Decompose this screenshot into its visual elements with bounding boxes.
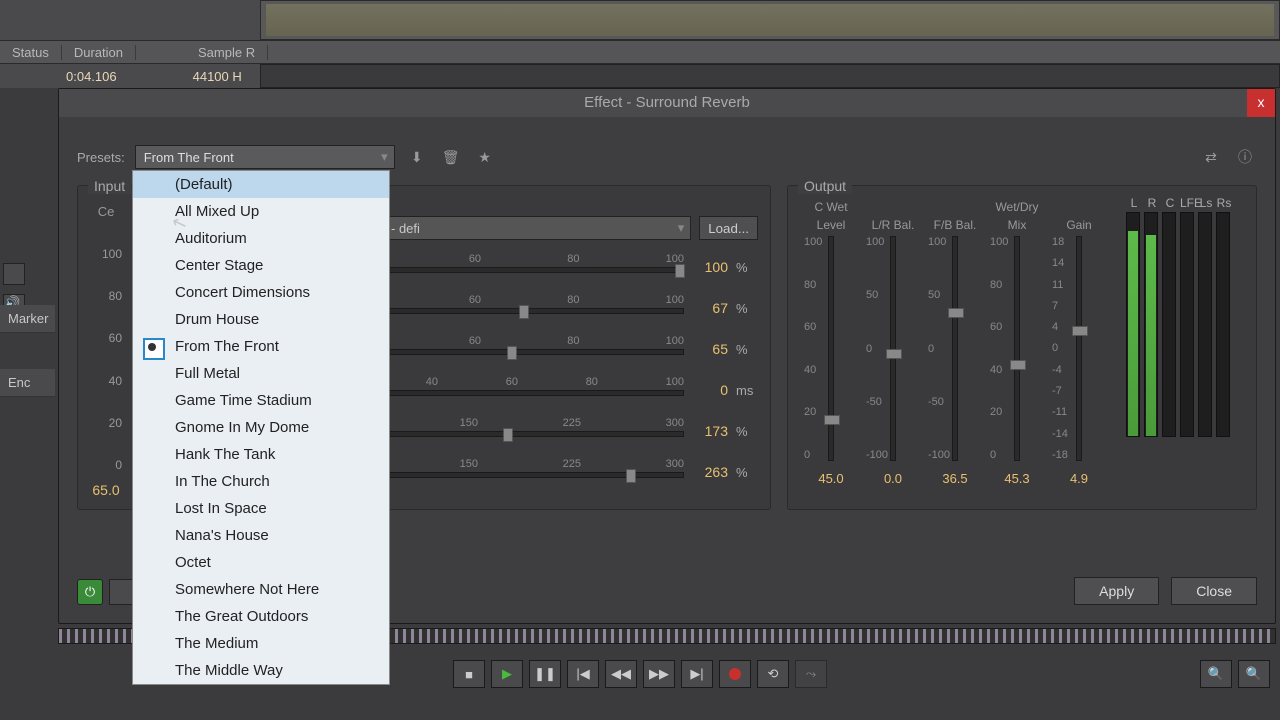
loop-button[interactable]: ⟲: [757, 660, 789, 688]
output-panel-title: Output: [798, 178, 852, 194]
dialog-title: Effect - Surround Reverb: [584, 94, 750, 111]
level-meter: [1126, 212, 1140, 437]
skip-end-button[interactable]: ▶|: [681, 660, 713, 688]
output-slider[interactable]: 100806040200: [800, 236, 862, 461]
preset-option[interactable]: Gnome In My Dome: [133, 414, 389, 441]
preset-dropdown[interactable]: From The Front: [135, 145, 395, 169]
forward-button[interactable]: ▶▶: [643, 660, 675, 688]
preset-option[interactable]: The Medium: [133, 630, 389, 657]
output-value: 4.9: [1048, 471, 1110, 486]
preset-option[interactable]: From The Front: [133, 333, 389, 360]
save-preset-icon[interactable]: ⬇: [405, 145, 429, 169]
preset-selected: From The Front: [144, 150, 234, 165]
close-dialog-button[interactable]: Close: [1171, 577, 1257, 605]
settings-icon[interactable]: ⇄: [1199, 145, 1223, 169]
preset-option[interactable]: Somewhere Not Here: [133, 576, 389, 603]
skip-selection-button[interactable]: ⤳: [795, 660, 827, 688]
transport-controls: ■ ▶ ❚❚ |◀ ◀◀ ▶▶ ▶| ⟲ ⤳: [453, 660, 827, 688]
param-value: 0: [692, 382, 728, 398]
duration-value: 0:04.106: [48, 69, 135, 84]
preset-option[interactable]: (Default): [133, 171, 389, 198]
power-button[interactable]: ⏻: [77, 579, 103, 605]
apply-button[interactable]: Apply: [1074, 577, 1159, 605]
input-value: 65.0: [90, 482, 122, 498]
preset-option[interactable]: Auditorium: [133, 225, 389, 252]
input-col-label: Ce: [90, 204, 122, 219]
param-value: 67: [692, 300, 728, 316]
preset-option[interactable]: Lost In Space: [133, 495, 389, 522]
output-value: 45.0: [800, 471, 862, 486]
preset-option[interactable]: The Middle Way: [133, 657, 389, 684]
preset-option[interactable]: Drum House: [133, 306, 389, 333]
param-value: 263: [692, 464, 728, 480]
zoom-in-button[interactable]: 🔍: [1200, 660, 1232, 688]
output-slider[interactable]: 100500-50-100: [924, 236, 986, 461]
level-meter: [1180, 212, 1194, 437]
output-slider[interactable]: 100806040200: [986, 236, 1048, 461]
favorite-icon[interactable]: ★: [473, 145, 497, 169]
param-value: 65: [692, 341, 728, 357]
preset-option[interactable]: Nana's House: [133, 522, 389, 549]
level-meter: [1162, 212, 1176, 437]
col-duration: Duration: [62, 45, 136, 60]
pause-button[interactable]: ❚❚: [529, 660, 561, 688]
param-value: 100: [692, 259, 728, 275]
close-button[interactable]: x: [1247, 89, 1275, 117]
load-button[interactable]: Load...: [699, 216, 758, 240]
preset-option[interactable]: The Great Outdoors: [133, 603, 389, 630]
preset-option[interactable]: Concert Dimensions: [133, 279, 389, 306]
output-panel: Output C WetWet/Dry LevelL/R Bal.F/B Bal…: [787, 185, 1257, 510]
col-sample: Sample R: [186, 45, 268, 60]
tool-button[interactable]: [3, 263, 25, 285]
param-value: 173: [692, 423, 728, 439]
col-status: Status: [0, 45, 62, 60]
delete-preset-icon[interactable]: 🗑: [439, 145, 463, 169]
marker-panel-label[interactable]: Marker: [0, 305, 55, 333]
skip-start-button[interactable]: |◀: [567, 660, 599, 688]
time-ruler[interactable]: [260, 64, 1280, 88]
sample-rate-value: 44100 H: [175, 69, 260, 84]
stop-button[interactable]: ■: [453, 660, 485, 688]
level-meter: [1216, 212, 1230, 437]
preset-option[interactable]: Center Stage: [133, 252, 389, 279]
zoom-out-button[interactable]: 🔍: [1238, 660, 1270, 688]
waveform-overview[interactable]: [260, 0, 1280, 40]
input-panel-title: Input: [88, 178, 131, 194]
presets-label: Presets:: [77, 150, 125, 165]
preset-option[interactable]: Hank The Tank: [133, 441, 389, 468]
output-value: 36.5: [924, 471, 986, 486]
rewind-button[interactable]: ◀◀: [605, 660, 637, 688]
info-icon[interactable]: ⓘ: [1233, 145, 1257, 169]
level-meter: [1198, 212, 1212, 437]
output-slider[interactable]: 181411740-4-7-11-14-18: [1048, 236, 1110, 461]
play-button[interactable]: ▶: [491, 660, 523, 688]
preset-option[interactable]: Octet: [133, 549, 389, 576]
preset-option[interactable]: Full Metal: [133, 360, 389, 387]
preset-option[interactable]: All Mixed Up: [133, 198, 389, 225]
output-value: 0.0: [862, 471, 924, 486]
preset-option[interactable]: Game Time Stadium: [133, 387, 389, 414]
column-headers: Status Duration Sample R: [0, 40, 1280, 64]
dialog-title-bar[interactable]: Effect - Surround Reverb x: [59, 89, 1275, 117]
input-panel: Input Ce 100806040200 65.0: [77, 185, 135, 510]
preset-option[interactable]: In The Church: [133, 468, 389, 495]
encoding-panel-label[interactable]: Enc: [0, 369, 55, 397]
output-value: 45.3: [986, 471, 1048, 486]
level-meter: [1144, 212, 1158, 437]
output-slider[interactable]: 100500-50-100: [862, 236, 924, 461]
record-button[interactable]: [719, 660, 751, 688]
preset-dropdown-list[interactable]: (Default)All Mixed UpAuditoriumCenter St…: [132, 170, 390, 685]
